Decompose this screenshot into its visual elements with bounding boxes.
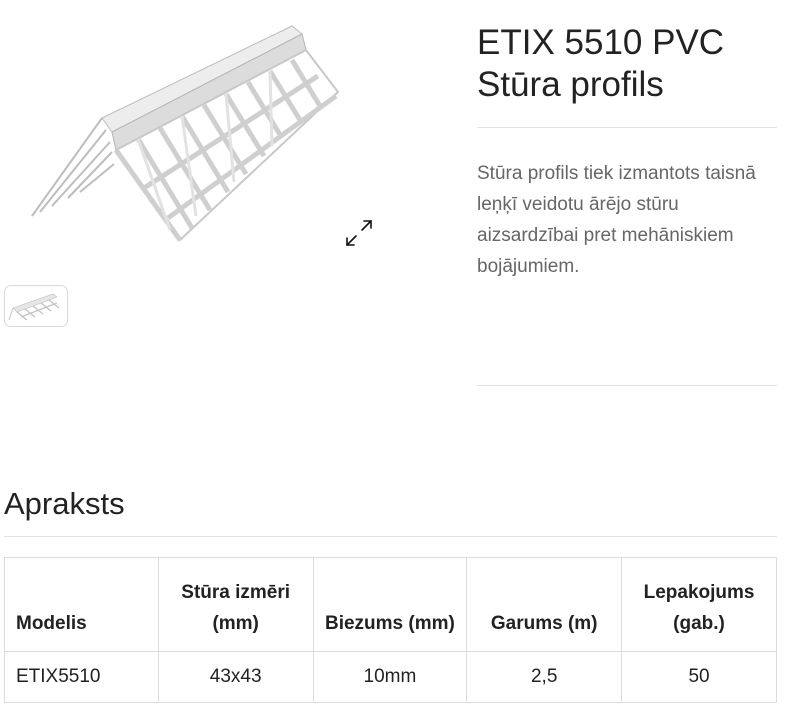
cell-packaging: 50 [621,651,777,703]
section-title: Apraksts [4,486,125,521]
product-summary: ETIX 5510 PVC Stūra profils [477,22,777,106]
product-title: ETIX 5510 PVC Stūra profils [477,22,777,106]
thumbnail-image [8,293,60,321]
column-header-length: Garums (m) [466,557,623,652]
cell-length: 2,5 [466,651,623,703]
cell-size: 43x43 [157,651,314,703]
table-row: ETIX5510 43x43 10mm 2,5 50 [4,651,777,703]
table-header-row: Modelis Stūra izmēri (mm) Biezums (mm) G… [4,557,777,652]
specs-table: Modelis Stūra izmēri (mm) Biezums (mm) G… [4,557,777,703]
product-title-line1: ETIX 5510 PVC [477,23,725,62]
product-title-line2: Stūra profils [477,65,664,104]
product-image[interactable] [20,20,360,250]
column-header-model: Modelis [4,557,159,652]
product-description: Stūra profils tiek izmantots taisnā leņķ… [477,163,756,277]
product-thumbnail[interactable] [4,285,68,327]
cell-model: ETIX5510 [4,651,159,703]
product-gallery [0,0,440,340]
divider [477,127,777,128]
column-header-thickness: Biezums (mm) [312,557,468,652]
expand-arrows-icon[interactable] [342,216,376,250]
column-header-size: Stūra izmēri (mm) [157,557,314,652]
cell-thickness: 10mm [312,651,468,703]
divider [477,385,777,386]
divider [4,536,777,537]
column-header-packaging: Lepakojums (gab.) [621,557,777,652]
